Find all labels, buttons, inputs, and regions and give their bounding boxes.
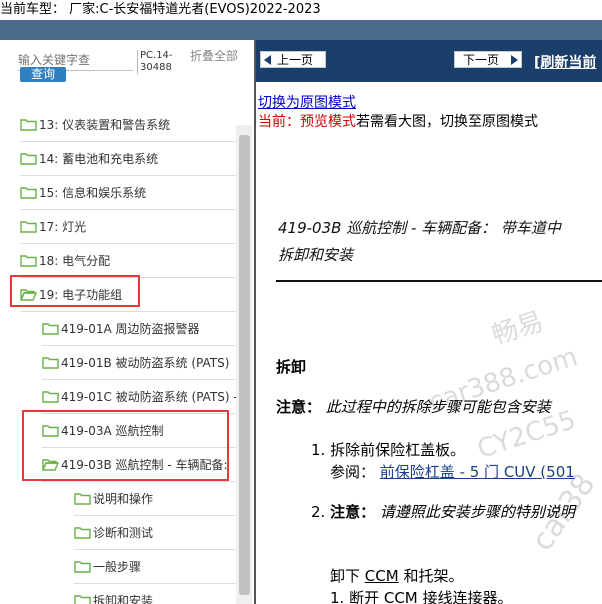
current-mode-line: 当前：预览模式若需看大图，切换至原图模式: [258, 111, 538, 131]
unload-pre: 卸下: [330, 567, 365, 585]
reference-label: 参阅：: [330, 463, 376, 481]
note-text: 注意： 此过程中的拆除步骤可能包含安装: [276, 396, 551, 417]
tree-item[interactable]: 一般步骤: [0, 550, 236, 584]
folder-icon: [74, 493, 91, 505]
tree-item-label: 13: 仪表装置和警告系统: [39, 118, 171, 132]
substep-1: 1. 断开 CCM 接线连接器。: [330, 587, 513, 604]
tree-item[interactable]: 419-01A 周边防盗报警器: [0, 312, 236, 346]
folder-icon: [42, 391, 59, 403]
content-panel: 上一页 下一页 [刷新当前 切换为原图模式 当前：预览模式若需看大图，切换至原图…: [254, 40, 602, 604]
step-2-number: 2.: [311, 503, 331, 521]
current-model-label: 当前车型： 厂家:C-长安福特道光者(EVOS)2022-2023: [0, 0, 602, 20]
title-divider: [276, 280, 602, 282]
tree-item-label: 18: 电气分配: [39, 254, 111, 268]
unload-post: 和托架。: [398, 567, 464, 585]
substep-1-post: 接线连接器。: [417, 589, 513, 604]
current-prefix: 当前：: [258, 114, 300, 130]
section-heading: 拆卸: [276, 358, 307, 376]
tree-item-label: 诊断和测试: [93, 526, 154, 540]
prev-page-label: 上一页: [277, 53, 314, 67]
current-suffix: 若需看大图，切换至原图模式: [356, 114, 538, 130]
switch-original-link[interactable]: 切换为原图模式: [258, 92, 356, 112]
tree-item[interactable]: 说明和操作: [0, 482, 236, 516]
tree-item[interactable]: 419-01B 被动防盗系统 (PATS): [0, 346, 236, 380]
document-title-line1: 419-03B 巡航控制 - 车辆配备： 带车道中: [278, 219, 561, 237]
tree-item[interactable]: 18: 电气分配: [0, 244, 236, 278]
tree-item-label: 说明和操作: [93, 492, 154, 506]
substep-1-pre: 1. 断开: [330, 589, 384, 604]
note-label: 注意：: [276, 398, 322, 416]
highlight-box: [22, 410, 229, 481]
tree-item-label: 419-01A 周边防盗报警器: [61, 322, 200, 336]
document-title: 419-03B 巡航控制 - 车辆配备： 带车道中 拆卸和安装: [278, 215, 602, 269]
folder-icon: [74, 527, 91, 539]
collapse-all-button[interactable]: 折叠全部: [190, 50, 238, 62]
tree-item-label: 17: 灯光: [39, 220, 87, 234]
ccm-term: CCM: [364, 567, 399, 585]
document-title-line2: 拆卸和安装: [278, 246, 354, 264]
tree-item[interactable]: 诊断和测试: [0, 516, 236, 550]
sidebar: 查询 PC.14-30488 折叠全部 13: 仪表装置和警告系统 14: 蓄电池…: [0, 40, 254, 604]
prev-page-button[interactable]: 上一页: [260, 51, 326, 68]
folder-icon: [74, 595, 91, 604]
folder-icon: [20, 221, 37, 233]
sidebar-scroll-thumb[interactable]: [239, 135, 250, 595]
tree-item[interactable]: 15: 信息和娱乐系统: [0, 176, 236, 210]
note-body: 此过程中的拆除步骤可能包含安装: [325, 398, 551, 416]
ccm-term: CCM: [383, 589, 418, 604]
query-button[interactable]: 查询: [20, 67, 66, 82]
watermark-cn: 畅易: [488, 306, 548, 352]
unload-ccm-line: 卸下 CCM 和托架。: [330, 565, 463, 586]
tree-item-label: 一般步骤: [93, 560, 142, 574]
folder-icon: [42, 323, 59, 335]
tree-item-label: 419-01B 被动防盗系统 (PATS): [61, 356, 230, 370]
step-2-note-label: 注意：: [330, 503, 376, 521]
current-mode: 预览模式: [300, 114, 356, 130]
step-1: 1. 拆除前保险杠盖板。: [311, 441, 466, 459]
folder-icon: [20, 119, 37, 131]
page-nav-bar: 上一页 下一页 [刷新当前: [256, 40, 602, 82]
folder-icon: [42, 357, 59, 369]
step-2-note-text: 请遵照此安装步骤的特别说明: [379, 503, 575, 521]
folder-icon: [20, 153, 37, 165]
tree-item-label: 15: 信息和娱乐系统: [39, 186, 147, 200]
tree-item[interactable]: 419-01C 被动防盗系统 (PATS) -: [0, 380, 238, 414]
refresh-link[interactable]: [刷新当前: [534, 52, 596, 72]
tree-item-label: 拆卸和安装: [93, 594, 154, 604]
tree-item[interactable]: 拆卸和安装: [0, 584, 236, 604]
reference-link[interactable]: 前保险杠盖 - 5 门 CUV (501: [380, 463, 575, 481]
arrow-left-icon: [264, 55, 271, 65]
header-strip: [0, 20, 602, 40]
pc-code: PC.14-30488: [137, 50, 188, 74]
category-tree: 13: 仪表装置和警告系统 14: 蓄电池和充电系统 15: 信息和娱乐系统 17: …: [0, 108, 238, 604]
tree-item-label: 419-01C 被动防盗系统 (PATS) -: [61, 390, 238, 404]
reference-line: 参阅： 前保险杠盖 - 5 门 CUV (501: [330, 461, 575, 482]
folder-icon: [20, 187, 37, 199]
tree-item[interactable]: 13: 仪表装置和警告系统: [0, 108, 236, 142]
tree-item-label: 14: 蓄电池和充电系统: [39, 152, 159, 166]
step-2: 2. 注意： 请遵照此安装步骤的特别说明: [311, 501, 575, 522]
search-area: 查询 PC.14-30488 折叠全部: [0, 40, 254, 90]
folder-icon: [74, 561, 91, 573]
next-page-button[interactable]: 下一页: [454, 51, 522, 68]
tree-item[interactable]: 17: 灯光: [0, 210, 236, 244]
tree-item[interactable]: 14: 蓄电池和充电系统: [0, 142, 236, 176]
app-header: 当前车型： 厂家:C-长安福特道光者(EVOS)2022-2023: [0, 0, 602, 40]
next-page-label: 下一页: [463, 53, 500, 67]
highlight-box: [10, 275, 140, 307]
folder-icon: [20, 255, 37, 267]
arrow-right-icon: [511, 55, 518, 65]
